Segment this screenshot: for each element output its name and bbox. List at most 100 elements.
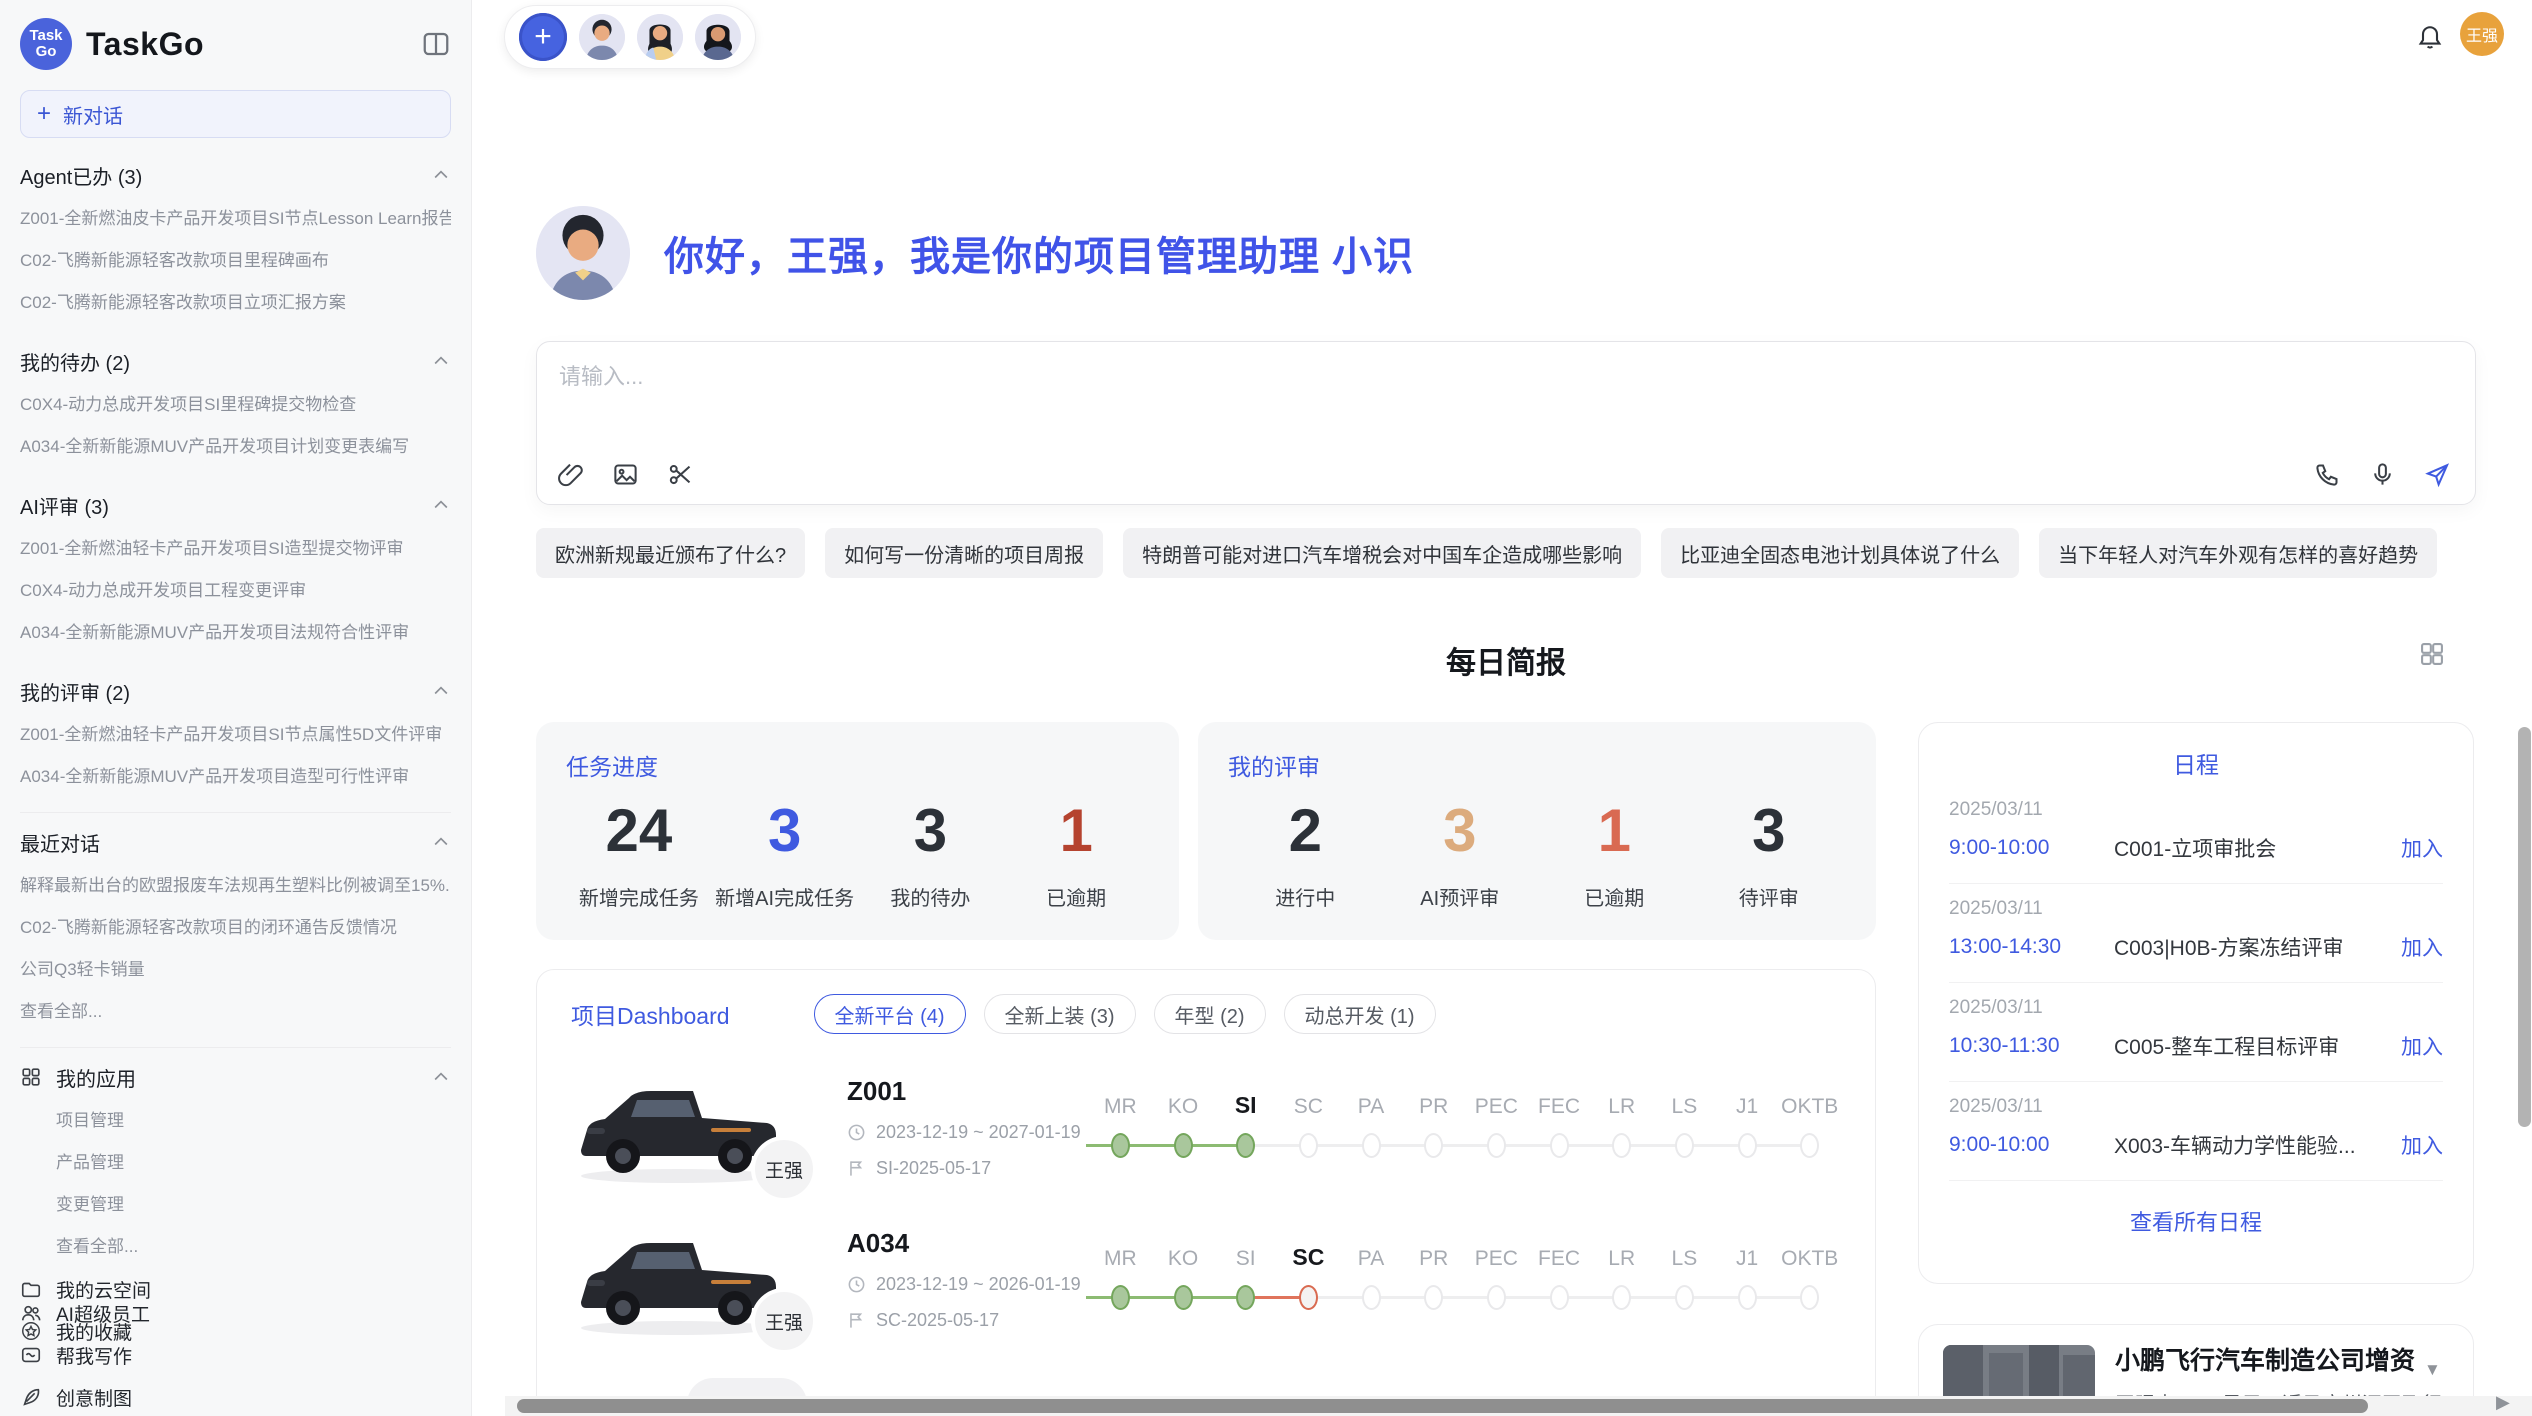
scissors-icon[interactable] — [667, 461, 694, 488]
milestone: FEC — [1528, 1237, 1591, 1313]
sidebar-chat-item[interactable]: Z001-全新燃油轻卡产品开发项目SI造型提交物评审 — [20, 528, 451, 570]
sidebar-chat-item[interactable]: 查看全部... — [20, 991, 451, 1033]
project-info: Z001 2023-12-19 ~ 2027-01-19 SI-2025-05-… — [803, 1076, 1089, 1179]
agent-avatar-3[interactable] — [695, 14, 741, 60]
chat-input[interactable] — [559, 364, 2059, 390]
milestone: KO — [1152, 1085, 1215, 1161]
sidebar-chat-item[interactable]: C0X4-动力总成开发项目SI里程碑提交物检查 — [20, 384, 451, 426]
chevron-up-icon[interactable] — [431, 681, 451, 701]
dashboard-header: 项目Dashboard 全新平台 (4)全新上装 (3)年型 (2)动总开发 (… — [571, 994, 1841, 1034]
dashboard-tab[interactable]: 动总开发 (1) — [1284, 994, 1436, 1034]
join-button[interactable]: 加入 — [2401, 1031, 2443, 1061]
sidebar-chat-item[interactable]: C02-飞腾新能源轻客改款项目立项汇报方案 — [20, 282, 451, 324]
horizontal-scrollbar[interactable] — [517, 1399, 2368, 1413]
scroll-right-icon[interactable]: ▶ — [2496, 1392, 2510, 1413]
milestone-label: MR — [1104, 1237, 1137, 1271]
chevron-up-icon[interactable] — [431, 832, 451, 852]
milestone-dot — [1424, 1133, 1443, 1158]
milestone-label: OKTB — [1781, 1237, 1838, 1271]
suggestion-chip[interactable]: 特朗普可能对进口汽车增税会对中国车企造成哪些影响 — [1123, 528, 1641, 578]
milestone-dot — [1487, 1285, 1506, 1310]
sidebar-chat-item[interactable]: A034-全新新能源MUV产品开发项目计划变更表编写 — [20, 426, 451, 468]
sidebar-app-item[interactable]: 查看全部... — [56, 1226, 451, 1268]
user-avatar[interactable]: 王强 — [2460, 12, 2504, 56]
project-row[interactable]: 王强 Z001 2023-12-19 ~ 2027-01-19 SI-2025-… — [571, 1068, 1841, 1186]
sidebar-chat-item[interactable]: A034-全新新能源MUV产品开发项目造型可行性评审 — [20, 756, 451, 798]
sidebar-chat-item[interactable]: 公司Q3轻卡销量 — [20, 949, 451, 991]
sidebar-item-creative-draw[interactable]: 创意制图 — [20, 1376, 451, 1416]
join-button[interactable]: 加入 — [2401, 932, 2443, 962]
phone-icon[interactable] — [2314, 461, 2341, 488]
sidebar-app-item[interactable]: 变更管理 — [56, 1184, 451, 1226]
my-apps-header[interactable]: 我的应用 — [20, 1054, 451, 1100]
suggestion-chip[interactable]: 如何写一份清晰的项目周报 — [825, 528, 1103, 578]
schedule-item[interactable]: 2025/03/11 10:30-11:30 C005-整车工程目标评审 加入 — [1949, 983, 2443, 1082]
milestone: J1 — [1716, 1237, 1779, 1313]
milestone: SI — [1214, 1085, 1277, 1161]
suggestion-chip[interactable]: 欧洲新规最近颁布了什么? — [536, 528, 805, 578]
vertical-scrollbar[interactable] — [2518, 727, 2531, 1127]
new-chat-button[interactable]: + 新对话 — [20, 90, 451, 138]
sidebar-chat-item[interactable]: Z001-全新燃油皮卡产品开发项目SI节点Lesson Learn报告 — [20, 198, 451, 240]
group-header-ai-review[interactable]: AI评审 (3) — [20, 482, 451, 528]
project-row[interactable]: 王强 A034 2023-12-19 ~ 2026-01-19 SC-2025-… — [571, 1220, 1841, 1338]
stat-label: AI预评审 — [1383, 882, 1538, 911]
dashboard-tab[interactable]: 全新上装 (3) — [984, 994, 1136, 1034]
dashboard-tab[interactable]: 全新平台 (4) — [814, 994, 966, 1034]
suggestion-chip[interactable]: 当下年轻人对汽车外观有怎样的喜好趋势 — [2039, 528, 2437, 578]
schedule-item[interactable]: 2025/03/11 9:00-10:00 X003-车辆动力学性能验... 加… — [1949, 1082, 2443, 1181]
schedule-item[interactable]: 2025/03/11 9:00-10:00 C001-立项审批会 加入 — [1949, 785, 2443, 884]
milestone-label: SC — [1292, 1237, 1324, 1271]
attachment-icon[interactable] — [557, 461, 584, 488]
group-header-my-todo[interactable]: 我的待办 (2) — [20, 338, 451, 384]
join-button[interactable]: 加入 — [2401, 1130, 2443, 1160]
add-agent-button[interactable]: + — [519, 13, 567, 61]
sidebar-item-help-write[interactable]: 帮我写作 — [20, 1334, 451, 1376]
apps-grid-icon — [20, 1066, 42, 1088]
scroll-down-icon[interactable]: ▼ — [2424, 1360, 2441, 1380]
sidebar-app-item[interactable]: 项目管理 — [56, 1100, 451, 1142]
image-icon[interactable] — [612, 461, 639, 488]
stat-value: 3 — [1692, 798, 1847, 864]
join-button[interactable]: 加入 — [2401, 833, 2443, 863]
sidebar-chat-item[interactable]: A034-全新新能源MUV产品开发项目法规符合性评审 — [20, 612, 451, 654]
notification-bell-icon[interactable] — [2416, 22, 2444, 50]
view-all-schedule-link[interactable]: 查看所有日程 — [1949, 1181, 2443, 1237]
suggestion-chip[interactable]: 比亚迪全固态电池计划具体说了什么 — [1661, 528, 2019, 578]
project-date-range: 2023-12-19 ~ 2026-01-19 — [876, 1274, 1081, 1295]
sidebar-app-item[interactable]: 产品管理 — [56, 1142, 451, 1184]
send-icon[interactable] — [2424, 461, 2451, 488]
layout-grid-icon[interactable] — [2418, 640, 2446, 668]
project-code: Z001 — [847, 1076, 1089, 1107]
chevron-up-icon[interactable] — [431, 165, 451, 185]
collapse-sidebar-icon[interactable] — [421, 29, 451, 59]
milestone-label: LS — [1672, 1085, 1698, 1119]
schedule-name: C001-立项审批会 — [2114, 833, 2401, 863]
sidebar-chat-item[interactable]: C02-飞腾新能源轻客改款项目的闭环通告反馈情况 — [20, 907, 451, 949]
stat-value: 2 — [1228, 798, 1383, 864]
chevron-up-icon[interactable] — [431, 1067, 451, 1087]
sidebar-chat-item[interactable]: 解释最新出台的欧盟报废车法规再生塑料比例被调至15%... — [20, 865, 451, 907]
agent-avatar-1[interactable] — [579, 14, 625, 60]
chevron-up-icon[interactable] — [431, 495, 451, 515]
schedule-item[interactable]: 2025/03/11 13:00-14:30 C003|H0B-方案冻结评审 加… — [1949, 884, 2443, 983]
stat: 3 待评审 — [1692, 798, 1847, 911]
sidebar-chat-item[interactable]: Z001-全新燃油轻卡产品开发项目SI节点属性5D文件评审 — [20, 714, 451, 756]
project-flag-label: SC-2025-05-17 — [876, 1310, 999, 1331]
chevron-up-icon[interactable] — [431, 351, 451, 371]
agent-avatar-2[interactable] — [637, 14, 683, 60]
sidebar-chat-item[interactable]: C0X4-动力总成开发项目工程变更评审 — [20, 570, 451, 612]
creative-draw-label: 创意制图 — [56, 1384, 132, 1411]
microphone-icon[interactable] — [2369, 461, 2396, 488]
clock-icon — [847, 1275, 866, 1294]
schedule-time: 9:00-10:00 — [1949, 1133, 2114, 1157]
dashboard-tab[interactable]: 年型 (2) — [1154, 994, 1266, 1034]
sidebar-chat-item[interactable]: C02-飞腾新能源轻客改款项目里程碑画布 — [20, 240, 451, 282]
milestone: PEC — [1465, 1237, 1528, 1313]
group-header-agent-done[interactable]: Agent已办 (3) — [20, 152, 451, 198]
milestone-dot — [1111, 1133, 1130, 1158]
sidebar-item-ai-staff[interactable]: AI超级员工 — [20, 1292, 451, 1334]
group-header-my-review[interactable]: 我的评审 (2) — [20, 668, 451, 714]
milestone-dot — [1800, 1285, 1819, 1310]
group-header-recent[interactable]: 最近对话 — [20, 819, 451, 865]
